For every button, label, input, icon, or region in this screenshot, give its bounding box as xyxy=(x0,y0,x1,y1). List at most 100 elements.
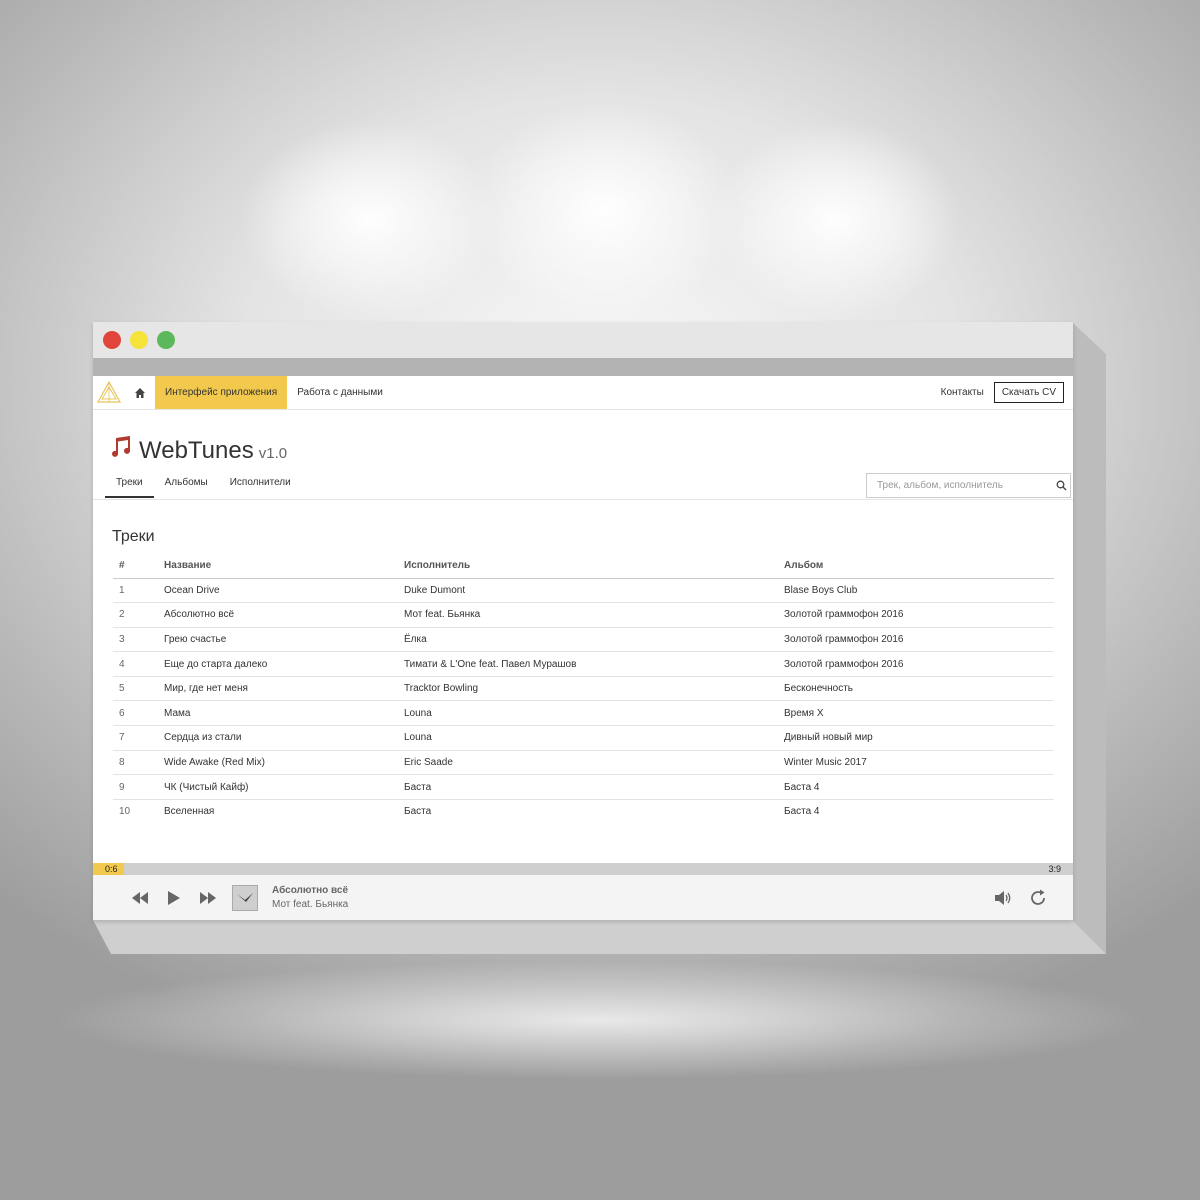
app-version: v1.0 xyxy=(258,445,288,462)
app-brand: WebTunes xyxy=(139,437,254,464)
track-album: Золотой граммофон 2016 xyxy=(778,651,1054,677)
tab-tracks[interactable]: Треки xyxy=(105,473,154,498)
table-row[interactable]: 6 Мама Louna Время X xyxy=(113,700,1054,727)
track-artist: Тимати & L'One feat. Павел Мурашов xyxy=(398,651,778,677)
tab-artists[interactable]: Исполнители xyxy=(219,473,302,498)
player-bar: Абсолютно всё Мот feat. Бьянка xyxy=(93,875,1073,920)
floor-glow xyxy=(50,960,1150,1080)
track-album: Золотой граммофон 2016 xyxy=(778,627,1054,653)
table-row[interactable]: 10 Вселенная Баста Баста 4 xyxy=(113,799,1054,824)
tab-albums[interactable]: Альбомы xyxy=(154,473,219,498)
titlebar-shade xyxy=(93,358,1073,376)
spotlight-right xyxy=(710,120,960,320)
nav-data-work[interactable]: Работа с данными xyxy=(287,376,393,409)
logo-icon[interactable] xyxy=(93,376,125,409)
column-artist[interactable]: Исполнитель xyxy=(398,554,778,579)
minimize-window-button[interactable] xyxy=(130,331,148,349)
table-row[interactable]: 1 Ocean Drive Duke Dumont Blase Boys Club xyxy=(113,578,1054,604)
track-album: Бесконечность xyxy=(778,676,1054,702)
table-row[interactable]: 4 Еще до старта далеко Тимати & L'One feat… xyxy=(113,651,1054,677)
spotlight-center xyxy=(470,100,740,320)
column-number[interactable]: # xyxy=(113,554,158,579)
playback-progress-bar[interactable]: 0:6 3:9 xyxy=(93,863,1073,875)
browser-window: Интерфейс приложения Работа с данными Ко… xyxy=(93,322,1073,920)
track-number: 2 xyxy=(113,602,158,628)
nav-app-interface[interactable]: Интерфейс приложения xyxy=(155,376,288,409)
play-icon[interactable] xyxy=(157,883,191,913)
track-number: 6 xyxy=(113,700,158,727)
elapsed-time: 0:6 xyxy=(105,864,118,874)
nav-contacts[interactable]: Контакты xyxy=(931,376,994,409)
track-title: Мир, где нет меня xyxy=(158,676,398,702)
track-album: Баста 4 xyxy=(784,806,820,818)
track-number: 7 xyxy=(113,725,158,751)
table-row[interactable]: 8 Wide Awake (Red Mix) Eric Saade Winter Mu… xyxy=(113,750,1054,776)
tabs-divider xyxy=(93,499,1073,500)
table-row[interactable]: 2 Абсолютно всё Мот feat. Бьянка Золотой гр… xyxy=(113,602,1054,628)
now-playing-title: Абсолютно всё xyxy=(272,884,349,896)
track-number: 8 xyxy=(113,750,158,776)
track-number: 5 xyxy=(113,676,158,702)
music-note-icon xyxy=(109,434,133,465)
now-playing-artist: Мот feat. Бьянка xyxy=(272,898,349,910)
table-row[interactable]: 3 Грею счастье Ёлка Золотой граммофон 2016 xyxy=(113,627,1054,653)
content-tabs: Треки Альбомы Исполнители xyxy=(105,473,302,498)
download-cv-button[interactable]: Скачать CV xyxy=(993,382,1064,403)
search-icon[interactable] xyxy=(1052,480,1070,491)
rewind-icon[interactable] xyxy=(123,883,157,913)
track-artist: Louna xyxy=(398,725,778,751)
window-side-right xyxy=(1072,322,1106,954)
track-title: Абсолютно всё xyxy=(158,602,398,628)
maximize-window-button[interactable] xyxy=(157,331,175,349)
track-number: 4 xyxy=(113,651,158,677)
track-album: Время X xyxy=(778,700,1054,727)
track-title: Еще до старта далеко xyxy=(158,651,398,677)
column-album[interactable]: Альбом xyxy=(778,554,1054,579)
search-input[interactable] xyxy=(877,480,1052,491)
repeat-icon[interactable] xyxy=(1021,883,1055,913)
album-cover-thumbnail xyxy=(232,884,258,911)
track-title: Мама xyxy=(158,700,398,727)
spotlight-left xyxy=(240,120,500,320)
column-title[interactable]: Название xyxy=(158,554,398,579)
track-number: 9 xyxy=(113,774,158,800)
track-number: 3 xyxy=(113,627,158,653)
home-icon[interactable] xyxy=(125,376,155,409)
track-artist: Eric Saade xyxy=(398,750,778,776)
table-row[interactable]: 9 ЧК (Чистый Кайф) Баста Баста 4 xyxy=(113,774,1054,800)
search-box xyxy=(866,473,1071,498)
top-navbar: Интерфейс приложения Работа с данными Ко… xyxy=(93,376,1073,410)
table-row[interactable]: 7 Сердца из стали Louna Дивный новый мир xyxy=(113,725,1054,751)
app-header: WebTunes v1.0 xyxy=(109,434,287,465)
tracks-table: # Название Исполнитель Альбом 1 Ocean Dri… xyxy=(113,554,1054,824)
track-album: Дивный новый мир xyxy=(778,725,1054,751)
now-playing-info: Абсолютно всё Мот feat. Бьянка xyxy=(272,884,348,912)
track-number: 10 xyxy=(119,806,131,818)
tracks-heading: Треки xyxy=(112,528,155,545)
volume-icon[interactable] xyxy=(987,883,1021,913)
track-artist: Баста xyxy=(404,806,432,818)
track-title: Ocean Drive xyxy=(158,578,398,604)
track-album: Баста 4 xyxy=(778,774,1054,800)
track-title: ЧК (Чистый Кайф) xyxy=(158,774,398,800)
table-header-row: # Название Исполнитель Альбом xyxy=(113,554,1054,579)
track-title: Грею счастье xyxy=(158,627,398,653)
track-album: Winter Music 2017 xyxy=(778,750,1054,776)
table-row[interactable]: 5 Мир, где нет меня Tracktor Bowling Бескон… xyxy=(113,676,1054,702)
track-number: 1 xyxy=(113,578,158,604)
close-window-button[interactable] xyxy=(103,331,121,349)
track-title: Вселенная xyxy=(164,806,215,818)
track-title: Сердца из стали xyxy=(158,725,398,751)
track-artist: Tracktor Bowling xyxy=(398,676,778,702)
track-artist: Ёлка xyxy=(398,627,778,653)
track-artist: Duke Dumont xyxy=(398,578,778,604)
track-artist: Баста xyxy=(398,774,778,800)
track-album: Золотой граммофон 2016 xyxy=(778,602,1054,628)
track-artist: Мот feat. Бьянка xyxy=(398,602,778,628)
track-artist: Louna xyxy=(398,700,778,727)
track-album: Blase Boys Club xyxy=(778,578,1054,604)
window-titlebar xyxy=(93,322,1073,358)
fast-forward-icon[interactable] xyxy=(191,883,225,913)
track-title: Wide Awake (Red Mix) xyxy=(158,750,398,776)
window-side-bottom xyxy=(93,920,1106,954)
